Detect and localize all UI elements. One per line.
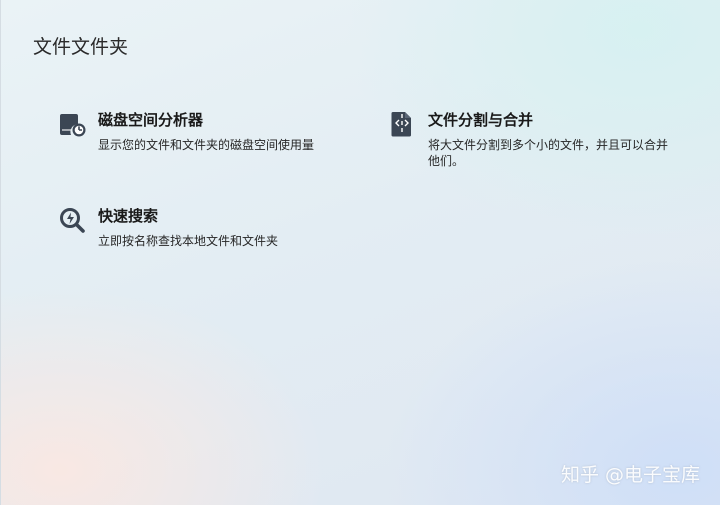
- window-left-border: [0, 0, 1, 505]
- quick-search-description: 立即按名称查找本地文件和文件夹: [98, 234, 279, 248]
- file-split-description: 将大文件分割到多个小的文件，并且可以合并他们。: [428, 138, 669, 168]
- file-split-title: 文件分割与合并: [428, 111, 534, 129]
- disk-analyzer-description: 显示您的文件和文件夹的磁盘空间使用量: [98, 138, 315, 152]
- disk-analyzer-icon: [60, 114, 86, 137]
- disk-analyzer-title: 磁盘空间分析器: [98, 111, 204, 129]
- file-split-icon: [391, 112, 411, 137]
- section-title: 文件文件夹: [33, 36, 129, 58]
- watermark: 知乎 @电子宝库: [560, 464, 700, 486]
- quick-search-icon: [60, 208, 85, 233]
- quick-search-title: 快速搜索: [98, 207, 159, 225]
